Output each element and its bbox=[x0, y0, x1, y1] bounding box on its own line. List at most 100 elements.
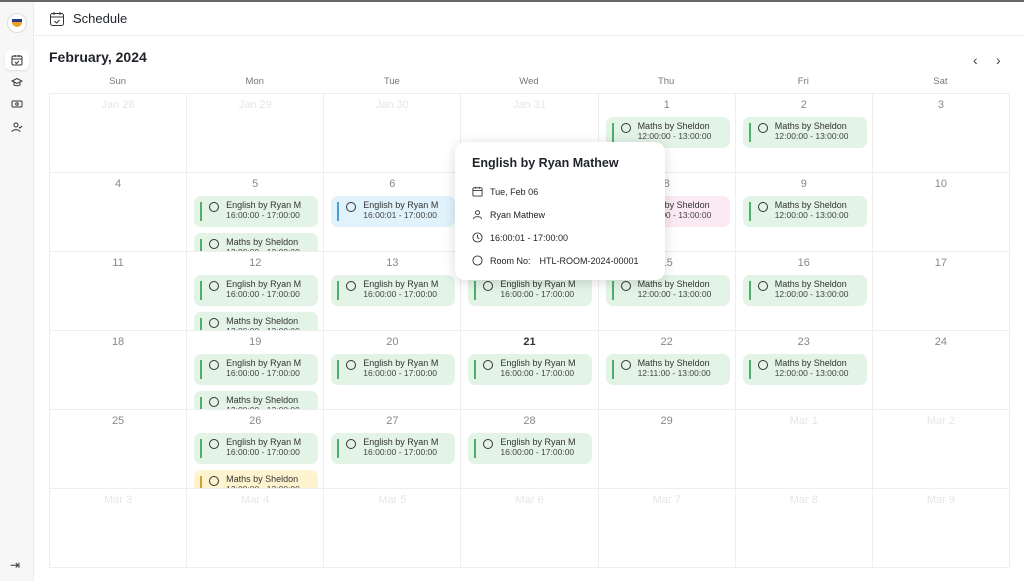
event-card[interactable]: Maths by Sheldon 12:00:00 - 13:00:00 bbox=[742, 117, 867, 148]
event-card[interactable]: English by Ryan M 16:00:00 - 17:00:00 bbox=[331, 433, 456, 464]
event-card[interactable]: English by Ryan M 16:00:00 - 17:00:00 bbox=[468, 433, 593, 464]
day-cell[interactable]: 6 English by Ryan M 16:00:01 - 17:00:00 bbox=[324, 173, 462, 252]
day-cell[interactable]: 24 bbox=[872, 331, 1010, 410]
day-cell[interactable]: Mar 6 bbox=[461, 489, 599, 568]
day-cell[interactable]: 2 Maths by Sheldon 12:00:00 - 13:00:00 bbox=[735, 94, 873, 173]
calendar-nav-icon[interactable] bbox=[5, 50, 29, 70]
day-cell[interactable]: Mar 4 bbox=[187, 489, 325, 568]
event-time: 16:00:00 - 17:00:00 bbox=[500, 289, 575, 299]
day-cell[interactable]: 18 bbox=[50, 331, 188, 410]
day-number: 22 bbox=[660, 336, 673, 348]
circle-icon bbox=[757, 360, 768, 370]
day-cell[interactable]: Mar 1 bbox=[735, 410, 873, 489]
event-card[interactable]: Maths by Sheldon 12:00:00 - 13:00:00 bbox=[742, 275, 867, 306]
day-cell[interactable]: 16 Maths by Sheldon 12:00:00 - 13:00:00 bbox=[735, 252, 873, 331]
user-check-icon[interactable] bbox=[5, 117, 29, 137]
circle-icon bbox=[483, 439, 494, 449]
event-title: Maths by Sheldon bbox=[774, 358, 847, 368]
event-status-bar bbox=[337, 281, 340, 300]
next-month-button[interactable]: › bbox=[996, 52, 1001, 68]
event-card[interactable]: English by Ryan M 16:00:00 - 17:00:00 bbox=[194, 275, 319, 306]
day-cell[interactable]: 20 English by Ryan M 16:00:00 - 17:00:00 bbox=[324, 331, 462, 410]
day-cell[interactable]: 25 bbox=[50, 410, 188, 489]
event-card[interactable]: Maths by Sheldon 12:00:00 - 13:00:00 bbox=[194, 470, 319, 488]
event-card[interactable]: English by Ryan M 16:00:01 - 17:00:00 bbox=[331, 196, 456, 227]
day-cell[interactable]: Mar 9 bbox=[872, 489, 1010, 568]
event-card[interactable]: Maths by Sheldon 12:00:00 - 13:00:00 bbox=[194, 391, 319, 409]
day-cell[interactable]: Mar 2 bbox=[872, 410, 1010, 489]
day-cell[interactable]: Mar 8 bbox=[735, 489, 873, 568]
event-title: Maths by Sheldon bbox=[226, 316, 299, 326]
day-cell[interactable]: 29 bbox=[598, 410, 736, 489]
day-cell[interactable]: 13 English by Ryan M 16:00:00 - 17:00:00 bbox=[324, 252, 462, 331]
day-number: Mar 7 bbox=[652, 494, 681, 506]
event-card[interactable]: Maths by Sheldon 12:00:00 - 13:00:00 bbox=[194, 312, 319, 330]
day-cell[interactable]: Mar 3 bbox=[50, 489, 188, 568]
event-card[interactable]: English by Ryan M 16:00:00 - 17:00:00 bbox=[468, 354, 593, 385]
day-cell[interactable]: 5 English by Ryan M 16:00:00 - 17:00:00 Mat… bbox=[187, 173, 325, 252]
day-cell[interactable]: 10 bbox=[872, 173, 1010, 252]
week-row: 25 26 English by Ryan M 16:00:00 - 17:00:00… bbox=[50, 410, 1010, 489]
circle-icon bbox=[346, 439, 357, 449]
circle-icon bbox=[209, 397, 220, 407]
circle-icon bbox=[346, 202, 357, 212]
day-cell[interactable]: 17 bbox=[872, 252, 1010, 331]
circle-icon bbox=[483, 281, 494, 291]
day-cell[interactable]: 26 English by Ryan M 16:00:00 - 17:00:00 Ma… bbox=[187, 410, 325, 489]
sidebar: ⇥ bbox=[0, 2, 34, 581]
day-number: Jan 31 bbox=[512, 99, 546, 111]
day-number: Mar 4 bbox=[241, 494, 270, 506]
day-cell[interactable]: Mar 5 bbox=[324, 489, 462, 568]
day-cell[interactable]: Jan 28 bbox=[50, 94, 188, 173]
day-number: 5 bbox=[252, 178, 259, 190]
day-cell[interactable]: 23 Maths by Sheldon 12:00:00 - 13:00:00 bbox=[735, 331, 873, 410]
day-cell[interactable]: Jan 29 bbox=[187, 94, 325, 173]
money-icon[interactable] bbox=[5, 94, 29, 114]
day-cell[interactable]: 9 Maths by Sheldon 12:00:00 - 13:00:00 bbox=[735, 173, 873, 252]
event-card[interactable]: Maths by Sheldon 12:00:00 - 13:00:00 bbox=[742, 354, 867, 385]
day-cell[interactable]: 28 English by Ryan M 16:00:00 - 17:00:00 bbox=[461, 410, 599, 489]
popup-person: Ryan Mathew bbox=[490, 209, 546, 220]
event-card[interactable]: English by Ryan M 16:00:00 - 17:00:00 bbox=[194, 196, 319, 227]
day-cell[interactable]: 22 Maths by Sheldon 12:11:00 - 13:00:00 bbox=[598, 331, 736, 410]
day-number: 20 bbox=[386, 336, 399, 348]
day-cell[interactable]: 12 English by Ryan M 16:00:00 - 17:00:00 Ma… bbox=[187, 252, 325, 331]
event-status-bar bbox=[200, 476, 203, 488]
day-number: Mar 2 bbox=[926, 415, 955, 427]
event-card[interactable]: English by Ryan M 16:00:00 - 17:00:00 bbox=[194, 433, 319, 464]
prev-month-button[interactable]: ‹ bbox=[973, 52, 978, 68]
event-time: 12:00:00 - 13:00:00 bbox=[637, 131, 712, 141]
event-status-bar bbox=[200, 281, 203, 300]
day-cell[interactable]: 21 English by Ryan M 16:00:00 - 17:00:00 bbox=[461, 331, 599, 410]
event-card[interactable]: Maths by Sheldon 12:00:00 - 13:00:00 bbox=[194, 233, 319, 251]
event-card[interactable]: English by Ryan M 16:00:00 - 17:00:00 bbox=[331, 275, 456, 306]
day-cell[interactable]: 27 English by Ryan M 16:00:00 - 17:00:00 bbox=[324, 410, 462, 489]
expand-sidebar-icon[interactable]: ⇥ bbox=[10, 558, 20, 572]
event-time: 16:00:00 - 17:00:00 bbox=[363, 447, 438, 457]
event-card[interactable]: Maths by Sheldon 12:11:00 - 13:00:00 bbox=[605, 354, 730, 385]
circle-icon bbox=[483, 360, 494, 370]
day-cell[interactable]: 11 bbox=[50, 252, 188, 331]
day-number: 9 bbox=[800, 178, 807, 190]
event-card[interactable]: Maths by Sheldon 12:00:00 - 13:00:00 bbox=[742, 196, 867, 227]
day-cell[interactable]: 3 bbox=[872, 94, 1010, 173]
event-status-bar bbox=[200, 202, 203, 221]
day-cell[interactable]: Mar 7 bbox=[598, 489, 736, 568]
event-status-bar bbox=[200, 397, 203, 409]
day-number: 10 bbox=[934, 178, 948, 190]
circle-icon bbox=[620, 123, 631, 133]
day-number: Mar 9 bbox=[926, 494, 955, 506]
day-number: Jan 29 bbox=[238, 99, 272, 111]
page-header: Schedule bbox=[35, 2, 1024, 36]
event-status-bar bbox=[611, 281, 614, 300]
day-cell[interactable]: 19 English by Ryan M 16:00:00 - 17:00:00 Ma… bbox=[187, 331, 325, 410]
graduation-cap-icon[interactable] bbox=[5, 72, 29, 92]
day-number: 25 bbox=[111, 415, 125, 427]
day-cell[interactable]: 4 bbox=[50, 173, 188, 252]
weekday-label: Fri bbox=[797, 76, 809, 87]
day-number: 12 bbox=[249, 257, 262, 269]
day-cell[interactable]: Jan 30 bbox=[324, 94, 462, 173]
event-card[interactable]: English by Ryan M 16:00:00 - 17:00:00 bbox=[194, 354, 319, 385]
event-card[interactable]: English by Ryan M 16:00:00 - 17:00:00 bbox=[331, 354, 456, 385]
event-status-bar bbox=[200, 439, 203, 458]
